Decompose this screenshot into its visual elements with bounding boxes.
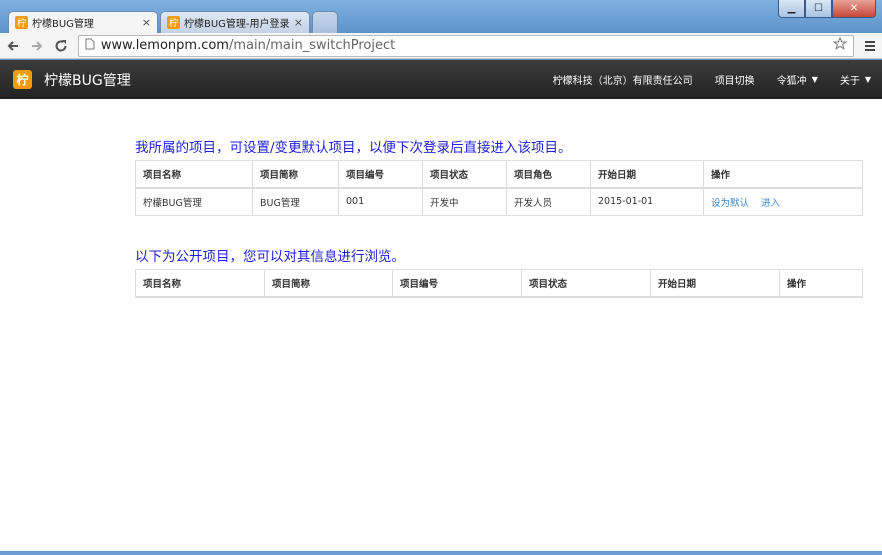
caret-down-icon: ▼ [864,75,871,84]
tab-strip: 柠 柠檬BUG管理 × 柠 柠檬BUG管理-用户登录 × [8,10,340,33]
page-icon [85,38,95,53]
tab-title: 柠檬BUG管理 [32,19,94,30]
col-header: 项目状态 [521,269,651,298]
app-navbar: 柠 柠檬BUG管理 柠檬科技（北京）有限责任公司 项目切换 令狐冲 ▼ 关于 ▼ [0,60,882,99]
public-projects-table: 项目名称 项目简称 项目编号 项目状态 开始日期 操作 [135,269,863,298]
cell-project-status: 开发中 [422,187,507,216]
col-header: 项目简称 [264,269,393,298]
url-path: /main/main_switchProject [228,38,396,53]
tab-close-icon[interactable]: × [294,16,303,29]
enter-project-link[interactable]: 进入 [761,198,780,209]
col-header: 项目编号 [392,269,522,298]
nav-user-label: 令狐冲 [776,76,807,87]
navbar-right: 柠檬科技（北京）有限责任公司 项目切换 令狐冲 ▼ 关于 ▼ [542,60,882,99]
caret-down-icon: ▼ [811,75,818,84]
set-default-link[interactable]: 设为默认 [711,198,749,209]
lemon-favicon-icon: 柠 [15,16,28,29]
window-titlebar: 柠 柠檬BUG管理 × 柠 柠檬BUG管理-用户登录 × ▁ ☐ ✕ [0,0,882,33]
nav-switch-project-label: 项目切换 [714,76,755,87]
nav-company[interactable]: 柠檬科技（北京）有限责任公司 [542,60,704,99]
main-content: 我所属的项目，可设置/变更默认项目，以便下次登录后直接进入该项目。 项目名称 项… [0,99,882,551]
table-header-row: 项目名称 项目简称 项目编号 项目状态 项目角色 开始日期 操作 [135,160,863,189]
new-tab-button[interactable] [312,11,338,33]
my-projects-table: 项目名称 项目简称 项目编号 项目状态 项目角色 开始日期 操作 柠檬BUG管理… [135,160,863,216]
cell-actions: 设为默认 进入 [703,187,863,216]
cell-project-short: BUG管理 [252,187,339,216]
tab-lemon-login[interactable]: 柠 柠檬BUG管理-用户登录 × [160,11,310,33]
public-projects-title: 以下为公开项目，您可以对其信息进行浏览。 [135,249,405,265]
tab-lemon-bug[interactable]: 柠 柠檬BUG管理 × [8,11,158,33]
close-window-icon[interactable]: ✕ [832,0,876,18]
col-header: 项目名称 [135,269,265,298]
col-header: 项目状态 [422,160,507,189]
col-header: 项目编号 [338,160,423,189]
table-row: 柠檬BUG管理 BUG管理 001 开发中 开发人员 2015-01-01 设为… [135,187,863,216]
lemon-favicon-icon: 柠 [167,16,180,29]
forward-arrow-icon[interactable] [26,35,48,57]
nav-switch-project[interactable]: 项目切换 [704,60,766,99]
nav-company-label: 柠檬科技（北京）有限责任公司 [552,76,693,87]
cell-project-name: 柠檬BUG管理 [135,187,253,216]
browser-toolbar: www.lemonpm.com/main/main_switchProject [0,33,882,59]
minimize-icon[interactable]: ▁ [778,0,805,18]
col-header: 项目角色 [506,160,591,189]
back-arrow-icon[interactable] [2,35,24,57]
col-header: 开始日期 [650,269,780,298]
cell-start-date: 2015-01-01 [590,187,704,216]
col-header: 项目简称 [252,160,339,189]
tab-title: 柠檬BUG管理-用户登录 [184,19,290,30]
nav-user-dropdown[interactable]: 令狐冲 ▼ [766,60,829,99]
brand-logo-icon[interactable]: 柠 [13,70,32,89]
nav-about-label: 关于 [839,76,860,87]
nav-about-dropdown[interactable]: 关于 ▼ [829,60,882,99]
brand-title[interactable]: 柠檬BUG管理 [44,70,131,90]
cell-project-code: 001 [338,187,423,216]
table-header-row: 项目名称 项目简称 项目编号 项目状态 开始日期 操作 [135,269,863,298]
my-projects-title: 我所属的项目，可设置/变更默认项目，以便下次登录后直接进入该项目。 [135,140,572,156]
reload-icon[interactable] [50,35,72,57]
window-bottom-border [0,551,882,555]
url-text: www.lemonpm.com/main/main_switchProject [101,38,833,53]
tab-close-icon[interactable]: × [142,16,151,29]
window-controls: ▁ ☐ ✕ [778,0,876,18]
col-header: 操作 [779,269,863,298]
col-header: 项目名称 [135,160,253,189]
star-icon[interactable] [832,36,848,55]
url-host: www.lemonpm.com [100,38,229,53]
address-bar[interactable]: www.lemonpm.com/main/main_switchProject [77,34,855,57]
col-header: 操作 [703,160,863,189]
col-header: 开始日期 [590,160,704,189]
maximize-icon[interactable]: ☐ [805,0,832,18]
menu-icon[interactable] [858,35,882,57]
cell-project-role: 开发人员 [506,187,591,216]
